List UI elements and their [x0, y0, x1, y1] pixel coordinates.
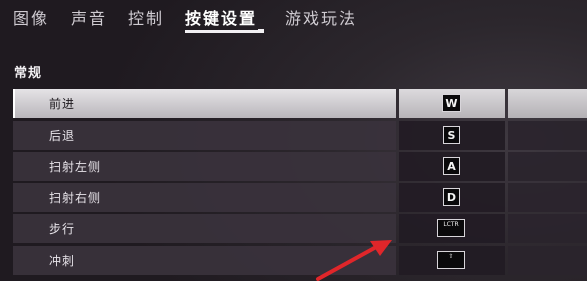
annotation-arrow-icon	[316, 240, 392, 281]
